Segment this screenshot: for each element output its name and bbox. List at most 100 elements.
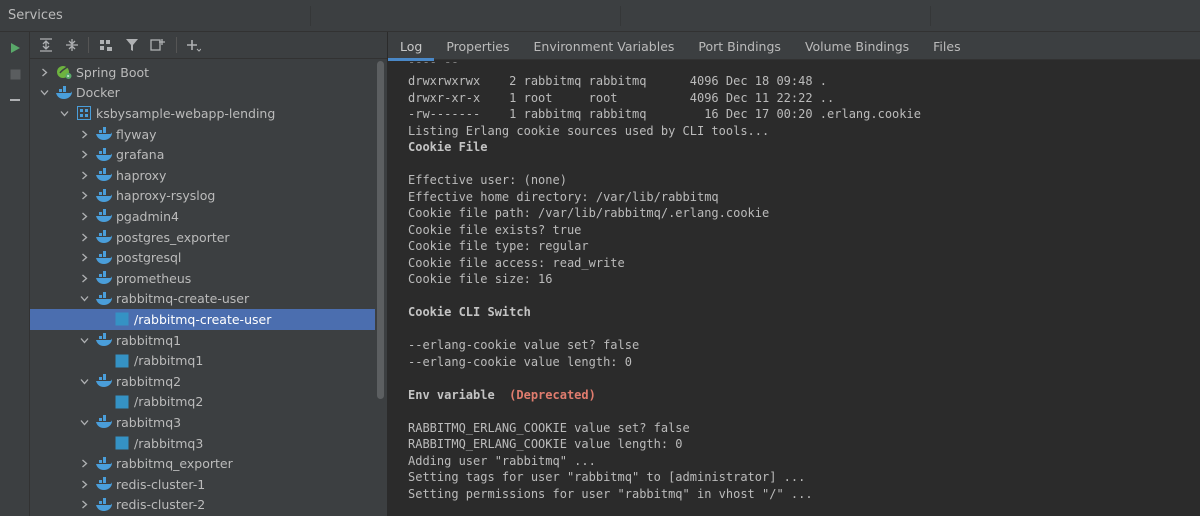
chevron-right-icon[interactable] bbox=[78, 190, 90, 202]
tree-item[interactable]: /rabbitmq3 bbox=[30, 433, 375, 454]
stop-button[interactable] bbox=[5, 64, 25, 84]
tree-item[interactable]: /rabbitmq2 bbox=[30, 392, 375, 413]
log-console[interactable]: ---- -- drwxrwxrwx 2 rabbitmq rabbitmq 4… bbox=[388, 61, 1200, 516]
filter-icon[interactable] bbox=[123, 36, 141, 54]
tree-item-label: prometheus bbox=[116, 270, 192, 286]
tab-volume-bindings[interactable]: Volume Bindings bbox=[793, 32, 921, 60]
chevron-right-icon[interactable] bbox=[78, 149, 90, 161]
log-line: Cookie File bbox=[408, 139, 1193, 156]
log-line-text: Cookie file access: read_write bbox=[408, 255, 625, 270]
expand-all-icon[interactable] bbox=[37, 36, 55, 54]
tree-item[interactable]: flyway bbox=[30, 124, 375, 145]
log-line: Effective user: (none) bbox=[408, 172, 1193, 189]
toolbar-separator bbox=[88, 37, 89, 53]
chevron-down-icon[interactable] bbox=[38, 87, 50, 99]
log-line: Cookie file type: regular bbox=[408, 238, 1193, 255]
docker-icon bbox=[96, 456, 112, 472]
tree-item[interactable]: haproxy-rsyslog bbox=[30, 186, 375, 207]
log-line: Setting permissions for user "rabbitmq" … bbox=[408, 486, 1193, 503]
chevron-down-icon[interactable] bbox=[78, 375, 90, 387]
tree-item-label: pgadmin4 bbox=[116, 208, 179, 224]
tree-item[interactable]: postgresql bbox=[30, 247, 375, 268]
chevron-right-icon[interactable] bbox=[38, 66, 50, 78]
collapse-all-icon[interactable] bbox=[63, 36, 81, 54]
tree-item[interactable]: grafana bbox=[30, 144, 375, 165]
chevron-right-icon[interactable] bbox=[78, 169, 90, 181]
chevron-right-icon[interactable] bbox=[78, 231, 90, 243]
log-output: drwxrwxrwx 2 rabbitmq rabbitmq 4096 Dec … bbox=[408, 73, 1193, 502]
chevron-down-icon[interactable] bbox=[78, 416, 90, 428]
tree-item[interactable]: Docker bbox=[30, 83, 375, 104]
group-icon[interactable] bbox=[97, 36, 115, 54]
chevron-right-icon[interactable] bbox=[78, 252, 90, 264]
container-icon bbox=[114, 435, 130, 451]
chevron-right-icon[interactable] bbox=[78, 210, 90, 222]
chevron-down-icon[interactable] bbox=[78, 334, 90, 346]
tab-port-bindings[interactable]: Port Bindings bbox=[686, 32, 793, 60]
minimize-button[interactable] bbox=[5, 90, 25, 110]
chevron-right-icon[interactable] bbox=[78, 478, 90, 490]
tree-item[interactable]: prometheus bbox=[30, 268, 375, 289]
tree-item[interactable]: pgadmin4 bbox=[30, 206, 375, 227]
log-line: Effective home directory: /var/lib/rabbi… bbox=[408, 189, 1193, 206]
tree-item[interactable]: /rabbitmq-create-user bbox=[30, 309, 375, 330]
docker-icon bbox=[96, 270, 112, 286]
log-line: --erlang-cookie value length: 0 bbox=[408, 354, 1193, 371]
log-line-text: Cookie file size: 16 bbox=[408, 272, 553, 286]
log-line: Cookie file size: 16 bbox=[408, 271, 1193, 288]
tree-item[interactable]: rabbitmq2 bbox=[30, 371, 375, 392]
tab-files[interactable]: Files bbox=[921, 32, 972, 60]
tree-item[interactable]: haproxy bbox=[30, 165, 375, 186]
log-line-text: RABBITMQ_ERLANG_COOKIE value set? false bbox=[408, 420, 690, 435]
scrollbar-thumb[interactable] bbox=[377, 61, 384, 399]
tab-log[interactable]: Log bbox=[388, 32, 435, 61]
tree-item[interactable]: redis-cluster-2 bbox=[30, 495, 375, 516]
tree-item-label: ksbysample-webapp-lending bbox=[96, 105, 276, 121]
tree-scrollbar[interactable] bbox=[376, 59, 386, 516]
chevron-down-icon[interactable] bbox=[58, 107, 70, 119]
log-line-text: Effective home directory: /var/lib/rabbi… bbox=[408, 189, 719, 204]
tab-environment-variables[interactable]: Environment Variables bbox=[522, 32, 687, 60]
tree-item-label: rabbitmq1 bbox=[116, 332, 182, 348]
services-tree: Spring Boot Docker ksbysample-webapp-lendi… bbox=[30, 59, 375, 516]
tree-item-label: haproxy-rsyslog bbox=[116, 188, 216, 204]
chevron-right-icon[interactable] bbox=[78, 128, 90, 140]
tab-properties[interactable]: Properties bbox=[434, 32, 521, 60]
add-icon[interactable] bbox=[184, 36, 202, 54]
chevron-right-icon[interactable] bbox=[78, 499, 90, 511]
log-line: Cookie file path: /var/lib/rabbitmq/.erl… bbox=[408, 205, 1193, 222]
window-title: Services bbox=[8, 8, 63, 23]
title-bar: Services bbox=[0, 0, 1200, 32]
docker-icon bbox=[96, 126, 112, 142]
tree-item[interactable]: rabbitmq_exporter bbox=[30, 453, 375, 474]
tree-item[interactable]: /rabbitmq1 bbox=[30, 350, 375, 371]
log-line: drwxr-xr-x 1 root root 4096 Dec 11 22:22… bbox=[408, 90, 1193, 107]
tree-item[interactable]: rabbitmq1 bbox=[30, 330, 375, 351]
tree-item[interactable]: ksbysample-webapp-lending bbox=[30, 103, 375, 124]
toolbar-separator bbox=[176, 37, 177, 53]
chevron-right-icon[interactable] bbox=[78, 272, 90, 284]
title-bar-divider bbox=[930, 6, 931, 26]
chevron-right-icon[interactable] bbox=[78, 458, 90, 470]
log-line-text: Cookie CLI Switch bbox=[408, 305, 531, 319]
tree-item-label: flyway bbox=[116, 126, 157, 142]
run-button[interactable] bbox=[5, 38, 25, 58]
container-icon bbox=[114, 311, 130, 327]
tree-item[interactable]: Spring Boot bbox=[30, 62, 375, 83]
tree-item-label: postgresql bbox=[116, 250, 182, 266]
tree-item[interactable]: redis-cluster-1 bbox=[30, 474, 375, 495]
chevron-down-icon[interactable] bbox=[78, 293, 90, 305]
log-line: -rw------- 1 rabbitmq rabbitmq 16 Dec 17… bbox=[408, 106, 1193, 123]
log-line: drwxrwxrwx 2 rabbitmq rabbitmq 4096 Dec … bbox=[408, 73, 1193, 90]
docker-icon bbox=[96, 373, 112, 389]
new-service-icon[interactable] bbox=[149, 36, 167, 54]
log-line-text: --erlang-cookie value set? false bbox=[408, 338, 640, 352]
tree-item[interactable]: postgres_exporter bbox=[30, 227, 375, 248]
tree-item[interactable]: rabbitmq-create-user bbox=[30, 289, 375, 310]
tree-item[interactable]: rabbitmq3 bbox=[30, 412, 375, 433]
